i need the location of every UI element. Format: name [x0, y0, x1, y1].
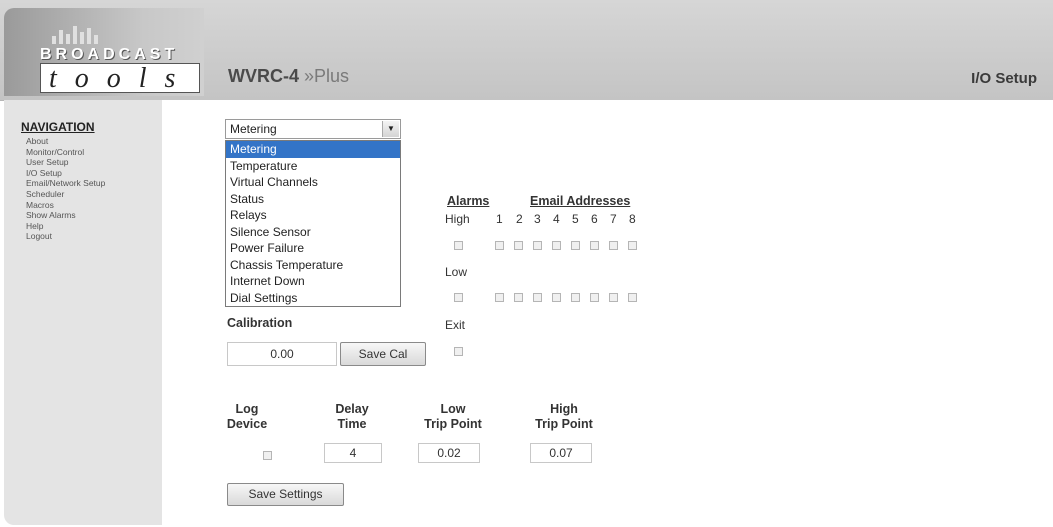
sidebar-item-macros[interactable]: Macros [26, 200, 105, 211]
low-email-checkbox[interactable] [552, 293, 561, 302]
low-email-checkbox[interactable] [628, 293, 637, 302]
dropdown-option[interactable]: Silence Sensor [226, 224, 400, 241]
email-number: 5 [572, 212, 579, 226]
logo-tools-text: tools [40, 63, 200, 94]
dropdown-option[interactable]: Dial Settings [226, 290, 400, 307]
low-trip-point-input[interactable]: 0.02 [418, 443, 480, 463]
dropdown-option[interactable]: Temperature [226, 158, 400, 175]
select-value: Metering [230, 122, 277, 136]
dropdown-option[interactable]: Internet Down [226, 273, 400, 290]
sidebar-item-email-network-setup[interactable]: Email/Network Setup [26, 178, 105, 189]
low-email-checkbox[interactable] [590, 293, 599, 302]
logo: BROADCAST tools [4, 8, 204, 96]
sidebar-item-user-setup[interactable]: User Setup [26, 157, 105, 168]
header-banner: BROADCAST tools WVRC-4 »Plus I/O Setup [0, 0, 1053, 101]
model-suffix: »Plus [304, 66, 350, 86]
high-trip-point-input[interactable]: 0.07 [530, 443, 592, 463]
nav-list: About Monitor/Control User Setup I/O Set… [26, 136, 105, 242]
sidebar-item-io-setup[interactable]: I/O Setup [26, 168, 105, 179]
email-number: 2 [516, 212, 523, 226]
dropdown-option[interactable]: Chassis Temperature [226, 257, 400, 274]
high-email-checkbox[interactable] [533, 241, 542, 250]
nav-title: NAVIGATION [21, 120, 95, 134]
save-settings-button[interactable]: Save Settings [227, 483, 344, 506]
low-label: Low [445, 265, 468, 279]
alarms-heading: Alarms [447, 194, 490, 208]
email-number: 6 [591, 212, 598, 226]
low-alarm-checkbox[interactable] [454, 293, 463, 302]
sidebar-item-monitor-control[interactable]: Monitor/Control [26, 147, 105, 158]
high-email-checkbox[interactable] [495, 241, 504, 250]
low-email-checkbox[interactable] [571, 293, 580, 302]
email-number: 8 [629, 212, 636, 226]
low-email-checkbox[interactable] [495, 293, 504, 302]
sidebar-item-show-alarms[interactable]: Show Alarms [26, 210, 105, 221]
main-content: Metering ▼ Metering Temperature Virtual … [162, 100, 1053, 527]
low-trip-header: Low Trip Point [424, 402, 482, 431]
dropdown-option[interactable]: Metering [226, 141, 400, 158]
save-cal-button[interactable]: Save Cal [340, 342, 426, 366]
exit-alarm-checkbox[interactable] [454, 347, 463, 356]
logo-broadcast-text: BROADCAST [40, 46, 179, 63]
email-number: 3 [534, 212, 541, 226]
exit-label: Exit [445, 318, 466, 332]
delay-time-header: Delay Time [335, 402, 369, 431]
dropdown-option[interactable]: Power Failure [226, 240, 400, 257]
email-number: 1 [496, 212, 503, 226]
high-label: High [445, 212, 470, 226]
model-title: WVRC-4 »Plus [228, 66, 349, 87]
high-email-checkbox[interactable] [628, 241, 637, 250]
high-trip-header: High Trip Point [535, 402, 593, 431]
high-email-checkbox[interactable] [552, 241, 561, 250]
logo-bars-icon [52, 26, 101, 44]
email-number: 7 [610, 212, 617, 226]
dropdown-option[interactable]: Virtual Channels [226, 174, 400, 191]
chevron-down-icon[interactable]: ▼ [382, 121, 399, 137]
low-email-checkbox[interactable] [533, 293, 542, 302]
dropdown-option[interactable]: Relays [226, 207, 400, 224]
dropdown-option[interactable]: Status [226, 191, 400, 208]
email-addresses-heading: Email Addresses [530, 194, 631, 208]
app-window: BROADCAST tools WVRC-4 »Plus I/O Setup N… [0, 0, 1053, 527]
model-name: WVRC-4 [228, 66, 299, 86]
low-email-checkbox[interactable] [514, 293, 523, 302]
calibration-label: Calibration [227, 316, 293, 330]
sidebar-item-logout[interactable]: Logout [26, 231, 105, 242]
high-email-checkbox[interactable] [571, 241, 580, 250]
high-alarm-checkbox[interactable] [454, 241, 463, 250]
sidebar: NAVIGATION About Monitor/Control User Se… [4, 100, 162, 525]
high-email-checkbox[interactable] [609, 241, 618, 250]
input-type-select[interactable]: Metering ▼ [225, 119, 401, 139]
high-email-checkbox[interactable] [514, 241, 523, 250]
input-type-dropdown: Metering Temperature Virtual Channels St… [225, 140, 401, 307]
sidebar-item-about[interactable]: About [26, 136, 105, 147]
log-device-checkbox[interactable] [263, 451, 272, 460]
log-device-header: Log Device [226, 402, 268, 431]
sidebar-item-scheduler[interactable]: Scheduler [26, 189, 105, 200]
email-number: 4 [553, 212, 560, 226]
delay-time-input[interactable]: 4 [324, 443, 382, 463]
calibration-input[interactable]: 0.00 [227, 342, 337, 366]
high-email-checkbox[interactable] [590, 241, 599, 250]
page-title: I/O Setup [971, 70, 1037, 87]
low-email-checkbox[interactable] [609, 293, 618, 302]
sidebar-item-help[interactable]: Help [26, 221, 105, 232]
